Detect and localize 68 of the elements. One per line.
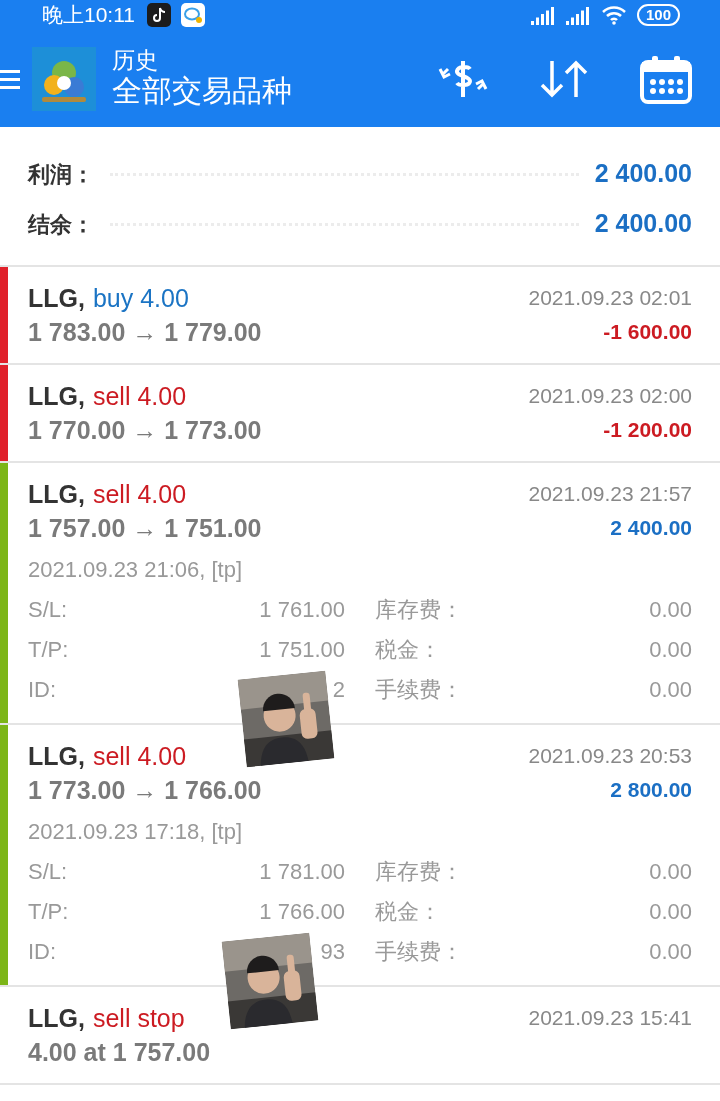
trade-time: 2021.09.23 20:53: [528, 743, 692, 770]
summary-value: 2 400.00: [594, 158, 692, 190]
page-title: 历史: [112, 47, 159, 74]
trade-profit: -1 600.00: [603, 319, 692, 346]
detail-label: 库存费：: [375, 595, 463, 624]
trade-prices: 1 783.00 → 1 779.00: [28, 317, 262, 348]
detail-label: ID:: [28, 937, 57, 966]
detail-label: 库存费：: [375, 857, 463, 886]
battery-level: 100: [636, 4, 680, 26]
trade-time: 2021.09.23 21:57: [528, 481, 692, 508]
open-time: 2021.09.23 21:06, [tp]: [28, 556, 244, 584]
detail-value: 0.00: [649, 897, 692, 926]
trade-profit: -1 200.00: [603, 417, 692, 444]
signal-icon: [530, 5, 556, 25]
chat-app-icon: [181, 3, 205, 27]
trade-row[interactable]: LLG, buy 4.00 2021.09.23 02:01 1 783.00 → 1 779.00 -1 600.00: [0, 267, 720, 365]
detail-label: T/P:: [28, 897, 69, 926]
detail-value: 2: [332, 675, 345, 704]
trade-prices: 4.00 at 1 757.00: [28, 1037, 211, 1068]
trade-prices: 1 773.00 → 1 766.00: [28, 775, 262, 806]
trade-action: sell 4.00: [92, 479, 187, 510]
app-logo-icon: [32, 46, 96, 111]
symbol-filter[interactable]: 全部交易品种: [112, 73, 436, 110]
summary-label: 结余：: [28, 210, 94, 239]
detail-value: 0.00: [649, 937, 692, 966]
trade-time: 2021.09.23 02:01: [528, 285, 692, 312]
trade-action: buy 4.00: [92, 283, 189, 314]
wifi-icon: [600, 5, 627, 25]
detail-value: 1 761.00: [259, 595, 345, 624]
symbol-name: LLG,: [28, 479, 85, 510]
menu-icon[interactable]: [0, 67, 20, 90]
symbol-name: LLG,: [28, 1003, 85, 1034]
detail-value: 0.00: [649, 635, 692, 664]
detail-value: 1 781.00: [259, 857, 345, 886]
trade-action: sell 4.00: [92, 741, 187, 772]
music-app-icon: [147, 3, 171, 27]
symbol-name: LLG,: [28, 283, 85, 314]
symbol-name: LLG,: [28, 741, 85, 772]
open-time: 2021.09.23 17:18, [tp]: [28, 818, 244, 846]
detail-value: 1 766.00: [259, 897, 345, 926]
detail-label: ID:: [28, 675, 57, 704]
trade-profit: 2 400.00: [610, 515, 692, 542]
trade-prices: 1 757.00 → 1 751.00: [28, 513, 262, 544]
detail-label: 税金：: [375, 897, 441, 926]
detail-label: S/L:: [28, 595, 68, 624]
detail-label: 手续费：: [375, 675, 463, 704]
detail-value: 0.00: [649, 857, 692, 886]
symbol-name: LLG,: [28, 381, 85, 412]
signal-icon: [565, 5, 591, 25]
trade-action: sell stop: [92, 1003, 185, 1034]
detail-label: 税金：: [375, 635, 441, 664]
detail-label: S/L:: [28, 857, 68, 886]
trade-prices: 1 770.00 → 1 773.00: [28, 415, 262, 446]
trade-action: sell 4.00: [92, 381, 187, 412]
detail-label: 手续费：: [375, 937, 463, 966]
detail-value: 0.00: [649, 595, 692, 624]
trade-row[interactable]: LLG, sell 4.00 2021.09.23 02:00 1 770.00 → 1 773.00 -1 200.00: [0, 365, 720, 463]
calendar-icon[interactable]: [640, 53, 692, 104]
status-time: 晚上10:11: [42, 2, 135, 29]
detail-value: 93: [320, 937, 345, 966]
trade-profit: 2 800.00: [610, 777, 692, 804]
detail-value: 1 751.00: [259, 635, 345, 664]
summary-value: 2 400.00: [594, 208, 692, 240]
trade-time: 2021.09.23 15:41: [528, 1005, 692, 1032]
summary-label: 利润：: [28, 160, 94, 189]
trade-time: 2021.09.23 02:00: [528, 383, 692, 410]
detail-label: T/P:: [28, 635, 69, 664]
detail-value: 0.00: [649, 675, 692, 704]
